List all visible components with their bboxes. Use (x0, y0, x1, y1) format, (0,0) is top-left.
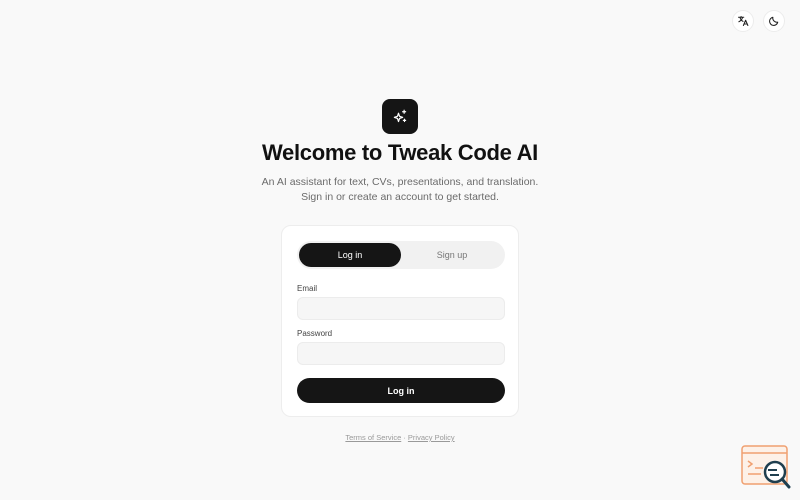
privacy-link[interactable]: Privacy Policy (408, 433, 455, 442)
translate-icon (737, 15, 749, 27)
tab-log-in[interactable]: Log in (299, 243, 401, 267)
terms-link[interactable]: Terms of Service (345, 433, 401, 442)
log-in-button[interactable]: Log in (297, 378, 505, 403)
auth-tabs: Log in Sign up (297, 241, 505, 269)
email-field[interactable] (297, 297, 505, 320)
footer-links: Terms of Service · Privacy Policy (0, 433, 800, 442)
moon-icon (769, 16, 779, 26)
support-widget[interactable] (741, 445, 791, 490)
footer-separator: · (401, 433, 408, 442)
search-chat-icon (741, 445, 791, 489)
password-label: Password (297, 329, 333, 338)
tab-sign-up[interactable]: Sign up (401, 243, 503, 267)
top-toolbar (732, 10, 785, 32)
subtitle-line-2: Sign in or create an account to get star… (301, 191, 499, 203)
page-title: Welcome to Tweak Code AI (261, 140, 538, 165)
email-label: Email (297, 284, 318, 293)
password-field[interactable] (297, 342, 505, 365)
subtitle-line-1: An AI assistant for text, CVs, presentat… (261, 176, 539, 188)
sparkles-icon (393, 109, 407, 122)
page-subtitle: An AI assistant for text, CVs, presentat… (0, 175, 800, 205)
theme-toggle-button[interactable] (763, 10, 785, 32)
app-logo (382, 99, 418, 134)
auth-card: Log in Sign up Email Password Log in (281, 225, 519, 417)
language-button[interactable] (732, 10, 754, 32)
